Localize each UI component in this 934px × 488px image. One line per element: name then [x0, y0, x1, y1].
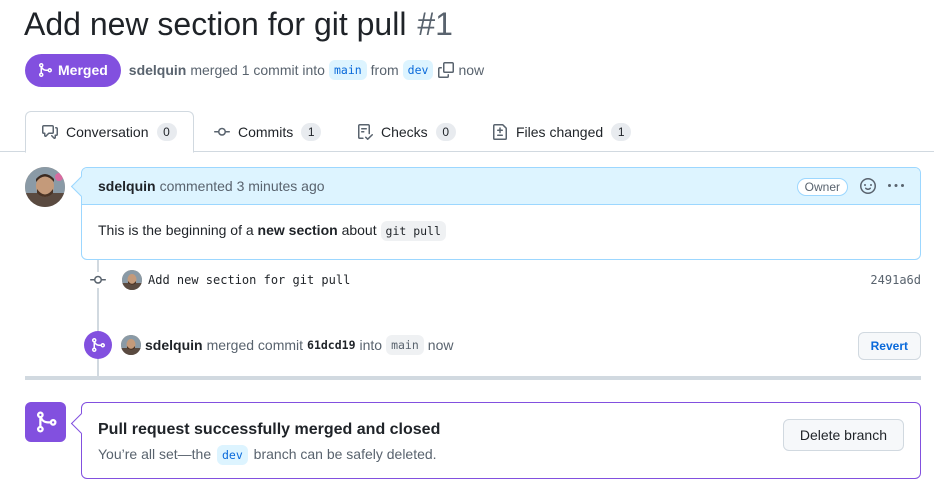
merged-desc-branch[interactable]: dev [217, 445, 248, 465]
merged-desc-suffix: branch can be safely deleted. [253, 446, 437, 462]
tab-commits[interactable]: Commits 1 [214, 111, 322, 152]
git-commit-icon [90, 272, 106, 288]
merged-state-badge: Merged [25, 53, 121, 87]
pr-number: #1 [417, 6, 453, 42]
smiley-icon[interactable] [860, 178, 876, 197]
copy-icon[interactable] [438, 62, 455, 78]
merge-action: merged commit [206, 337, 304, 353]
comment-body-bold: new section [257, 222, 338, 238]
file-diff-icon [493, 123, 507, 140]
owner-badge: Owner [796, 178, 848, 196]
tab-checks-label: Checks [381, 123, 428, 140]
git-merge-icon [39, 63, 53, 77]
comment-action[interactable]: commented 3 minutes ago [160, 178, 325, 194]
avatar[interactable] [122, 270, 142, 290]
merged-desc-prefix: You’re all set—the [98, 446, 212, 462]
git-commit-icon [214, 127, 230, 136]
tab-files-changed[interactable]: Files changed 1 [492, 111, 632, 152]
tab-commits-label: Commits [238, 123, 294, 140]
comment-body-code: git pull [380, 221, 446, 241]
pr-tabs: Conversation 0 Commits 1 Checks 0 Files … [0, 111, 934, 153]
tab-conversation-label: Conversation [66, 124, 149, 140]
tab-checks-count: 0 [435, 122, 456, 141]
merged-state-label: Merged [58, 62, 108, 78]
base-branch-link[interactable]: main [328, 60, 367, 80]
pr-title: Add new section for git pull #1 [24, 6, 453, 43]
revert-button[interactable]: Revert [857, 332, 921, 360]
avatar[interactable] [121, 335, 141, 355]
comment-body: This is the beginning of a new section a… [82, 205, 920, 255]
git-merge-icon [25, 402, 66, 442]
commit-sha-link[interactable]: 2491a6d [870, 273, 921, 287]
comment-discussion-icon [42, 125, 58, 139]
comment-body-prefix: This is the beginning of a [98, 222, 258, 238]
commit-row: Add new section for git pull 2491a6d [90, 268, 921, 292]
avatar[interactable] [25, 167, 65, 207]
tab-conversation-count: 0 [156, 123, 177, 141]
tab-commits-count: 1 [301, 122, 322, 141]
tab-files-changed-label: Files changed [516, 123, 604, 140]
checklist-icon [358, 123, 373, 140]
merge-into-text: into [359, 337, 383, 353]
head-branch-link[interactable]: dev [402, 60, 434, 80]
pr-title-text: Add new section for git pull [24, 6, 407, 42]
merge-branch-link[interactable]: main [386, 335, 424, 355]
commit-message-link[interactable]: Add new section for git pull [148, 273, 350, 287]
comment-body-mid: about [337, 222, 381, 238]
kebab-horizontal-icon[interactable] [888, 178, 904, 197]
comment-header: sdelquin commented 3 minutes ago Owner [82, 168, 920, 205]
comment-box: sdelquin commented 3 minutes ago Owner T… [81, 167, 921, 260]
pr-meta: Merged sdelquin merged 1 commit into mai… [25, 53, 484, 87]
merge-event: sdelquin merged commit 61dcd19 into main… [84, 330, 921, 360]
pr-author-link[interactable]: sdelquin [129, 62, 187, 78]
timeline-separator [25, 376, 921, 380]
tab-checks[interactable]: Checks 0 [357, 111, 456, 152]
tab-conversation[interactable]: Conversation 0 [25, 111, 194, 153]
tab-files-changed-count: 1 [611, 122, 632, 141]
from-text: from [370, 62, 399, 78]
merged-status-description: You’re all set—the dev branch can be saf… [98, 445, 437, 465]
merge-commit-sha-link[interactable]: 61dcd19 [307, 338, 355, 352]
delete-branch-button[interactable]: Delete branch [782, 419, 904, 451]
merged-text: merged 1 commit into [190, 62, 325, 78]
merge-author-link[interactable]: sdelquin [145, 337, 203, 353]
git-merge-icon [84, 331, 112, 359]
merge-event-time[interactable]: now [428, 337, 454, 353]
comment-author-link[interactable]: sdelquin [98, 178, 156, 194]
merged-status-title: Pull request successfully merged and clo… [98, 421, 441, 438]
merged-status-box: Pull request successfully merged and clo… [81, 402, 921, 479]
merge-time: now [458, 62, 485, 78]
